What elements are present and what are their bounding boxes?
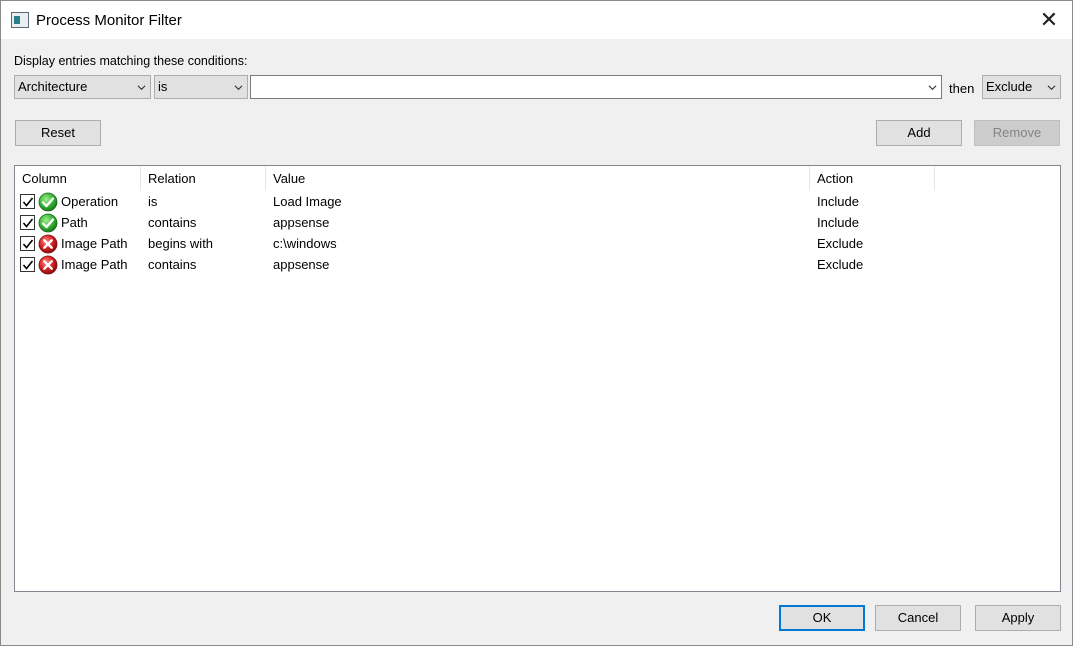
filter-list[interactable]: Column Relation Value Action Operation i… <box>14 165 1061 592</box>
close-button[interactable]: ✕ <box>1026 1 1072 39</box>
value-combobox[interactable] <box>250 75 942 99</box>
row-value-cell: appsense <box>273 215 330 230</box>
row-checkbox[interactable] <box>20 257 35 272</box>
header-relation[interactable]: Relation <box>141 166 266 191</box>
checkmark-icon <box>22 218 34 228</box>
row-checkbox[interactable] <box>20 194 35 209</box>
apply-button[interactable]: Apply <box>975 605 1061 631</box>
table-row[interactable]: Image Path contains appsense Exclude <box>15 254 1060 275</box>
row-relation-cell: is <box>148 194 158 209</box>
header-value[interactable]: Value <box>266 166 810 191</box>
row-checkbox[interactable] <box>20 236 35 251</box>
row-action-cell: Exclude <box>817 257 864 272</box>
process-monitor-filter-window: Process Monitor Filter ✕ Display entries… <box>0 0 1073 646</box>
row-action-cell: Include <box>817 215 859 230</box>
row-value-cell: Load Image <box>273 194 342 209</box>
table-row[interactable]: Operation is Load Image Include <box>15 191 1060 212</box>
chevron-down-icon <box>137 85 146 91</box>
list-header: Column Relation Value Action <box>15 166 1060 191</box>
exclude-x-icon <box>38 255 58 274</box>
row-value-cell: appsense <box>273 257 330 272</box>
checkmark-icon <box>22 260 34 270</box>
relation-select-value: is <box>158 79 168 94</box>
then-label: then <box>949 81 975 96</box>
row-column-cell: Path <box>15 212 141 233</box>
row-column-text: Operation <box>61 194 119 209</box>
row-relation-cell: contains <box>148 257 197 272</box>
cancel-button[interactable]: Cancel <box>875 605 961 631</box>
include-check-icon <box>38 213 58 232</box>
app-icon <box>11 12 29 28</box>
column-select[interactable]: Architecture <box>14 75 151 99</box>
header-column[interactable]: Column <box>15 166 141 191</box>
row-column-cell: Operation <box>15 191 141 212</box>
row-column-cell: Image Path <box>15 233 141 254</box>
include-check-icon <box>38 192 58 211</box>
chevron-down-icon <box>234 85 243 91</box>
checkmark-icon <box>22 239 34 249</box>
conditions-label: Display entries matching these condition… <box>14 54 248 68</box>
title-bar: Process Monitor Filter ✕ <box>1 1 1072 39</box>
action-select[interactable]: Exclude <box>982 75 1061 99</box>
header-action[interactable]: Action <box>810 166 935 191</box>
chevron-down-icon <box>928 85 937 91</box>
close-icon: ✕ <box>1039 7 1059 33</box>
row-column-text: Image Path <box>61 236 128 251</box>
add-button[interactable]: Add <box>876 120 962 146</box>
checkmark-icon <box>22 197 34 207</box>
column-select-value: Architecture <box>18 79 88 94</box>
row-column-cell: Image Path <box>15 254 141 275</box>
row-action-cell: Include <box>817 194 859 209</box>
action-select-value: Exclude <box>986 79 1033 94</box>
window-title: Process Monitor Filter <box>36 12 182 29</box>
chevron-down-icon <box>1047 85 1056 91</box>
row-column-text: Image Path <box>61 257 128 272</box>
row-relation-cell: begins with <box>148 236 214 251</box>
row-action-cell: Exclude <box>817 236 864 251</box>
remove-button[interactable]: Remove <box>974 120 1060 146</box>
ok-button[interactable]: OK <box>779 605 865 631</box>
relation-select[interactable]: is <box>154 75 248 99</box>
table-row[interactable]: Image Path begins with c:\windows Exclud… <box>15 233 1060 254</box>
row-relation-cell: contains <box>148 215 197 230</box>
exclude-x-icon <box>38 234 58 253</box>
reset-button[interactable]: Reset <box>15 120 101 146</box>
row-checkbox[interactable] <box>20 215 35 230</box>
table-row[interactable]: Path contains appsense Include <box>15 212 1060 233</box>
row-value-cell: c:\windows <box>273 236 337 251</box>
row-column-text: Path <box>61 215 88 230</box>
